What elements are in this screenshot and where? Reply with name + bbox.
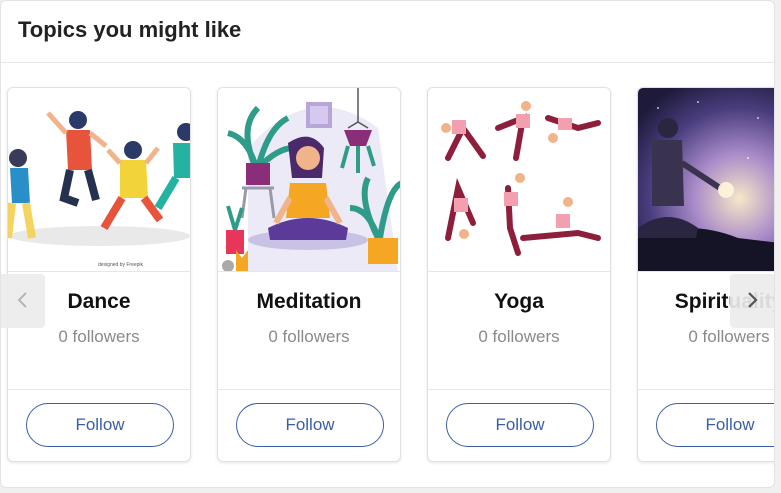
carousel-prev-button[interactable] [1,274,45,328]
panel-header: Topics you might like [1,1,774,63]
follow-button-dance[interactable]: Follow [26,403,174,447]
card-divider [428,389,610,390]
topic-card-yoga[interactable]: Yoga 0 followers Follow [427,87,611,462]
follower-count: 0 followers [268,327,350,346]
topics-carousel: designed by Freepik Dance 0 followers Fo… [1,63,774,487]
topic-name: Yoga [494,290,544,313]
dance-image: designed by Freepik [8,88,190,272]
follow-button-meditation[interactable]: Follow [236,403,384,447]
yoga-image [428,88,610,272]
chevron-right-icon [745,291,759,312]
topics-panel: Topics you might like designed by Freepi… [0,0,775,488]
chevron-left-icon [16,291,30,312]
panel-title: Topics you might like [18,17,242,42]
meditation-image [218,88,400,272]
carousel-next-button[interactable] [730,274,774,328]
follower-count: 0 followers [478,327,560,346]
follower-count: 0 followers [58,327,140,346]
topic-card-meditation[interactable]: Meditation 0 followers Follow [217,87,401,462]
follower-count: 0 followers [688,327,770,346]
topic-name: Meditation [256,290,362,313]
follow-button-spirituality[interactable]: Follow [656,403,774,447]
card-divider [8,389,190,390]
card-divider [218,389,400,390]
dance-image-caption: designed by Freepik [98,262,144,268]
spirituality-image [638,88,774,272]
card-divider [638,389,774,390]
follow-button-yoga[interactable]: Follow [446,403,594,447]
